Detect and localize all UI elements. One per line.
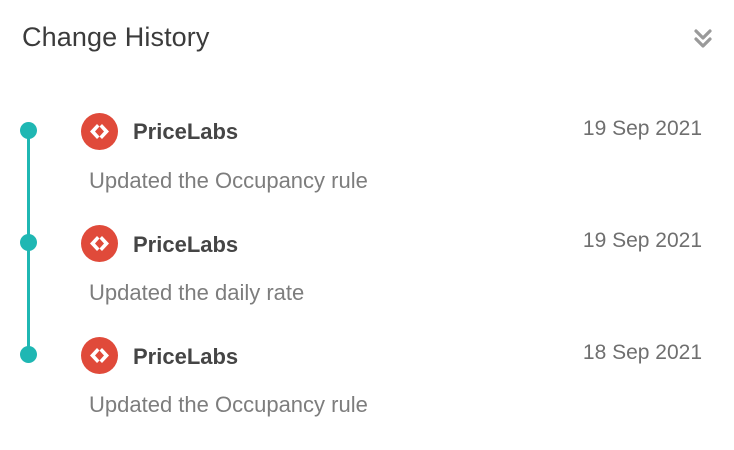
pricelabs-logo-icon [81,113,118,150]
timeline-entry: PriceLabs 19 Sep 2021 Updated the Occupa… [0,110,734,200]
entry-author: PriceLabs [133,119,239,144]
entry-description: Updated the Occupancy rule [89,392,368,417]
entry-author: PriceLabs [133,232,239,257]
change-history-panel: Change History PriceLabs 19 Sep 2021 Upd… [0,0,734,450]
entry-description: Updated the daily rate [89,280,305,305]
timeline-dot [20,346,37,363]
pricelabs-logo-icon [81,337,118,374]
collapse-button[interactable] [690,26,716,52]
entry-date: 18 Sep 2021 [582,341,702,364]
entry-date: 19 Sep 2021 [582,117,702,140]
entry-author: PriceLabs [133,344,239,369]
timeline-dot [20,122,37,139]
panel-title: Change History [22,22,210,52]
entry-description: Updated the Occupancy rule [89,168,368,193]
timeline-entry: PriceLabs 18 Sep 2021 Updated the Occupa… [0,336,734,426]
timeline-entry: PriceLabs 19 Sep 2021 Updated the daily … [0,223,734,313]
timeline-dot [20,234,37,251]
pricelabs-logo-icon [81,225,118,262]
double-chevron-down-icon [694,29,712,48]
entry-date: 19 Sep 2021 [582,229,702,252]
